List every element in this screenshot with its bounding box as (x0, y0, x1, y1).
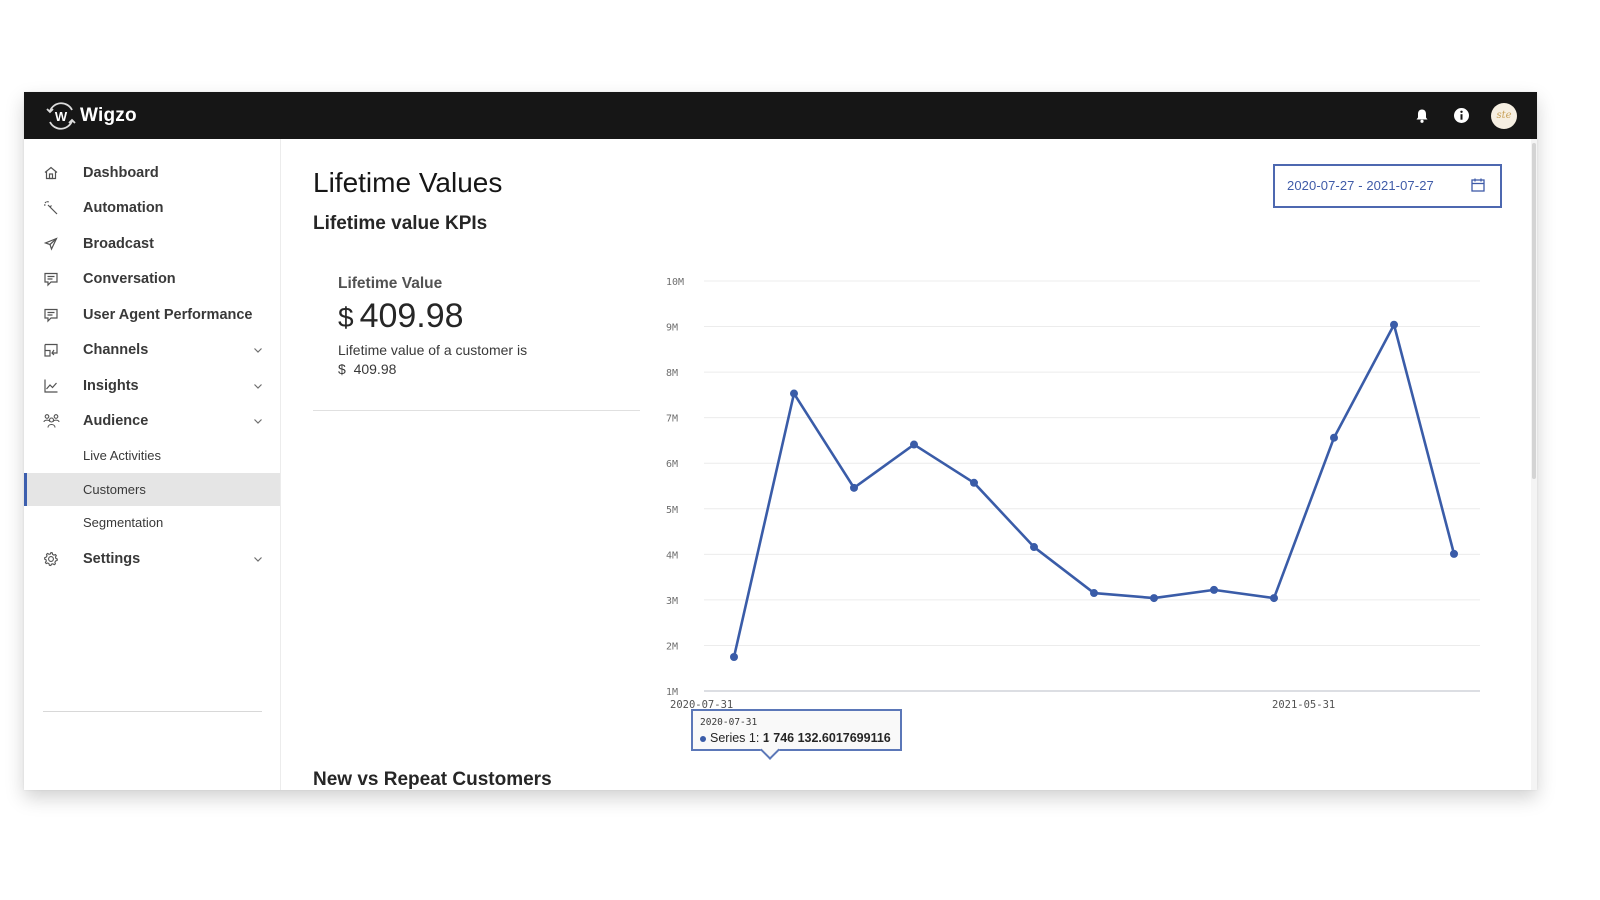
sidebar: Dashboard Automation Broadcast Conversat… (24, 139, 281, 790)
sidebar-item-label: Insights (83, 377, 139, 394)
line-chart-svg: 1M 2M 3M 4M 5M 6M 7M 8M 9M 10M 2020-07-31 2021-05-3… (666, 277, 1480, 711)
kpi-card-lifetime-value: Lifetime Value $409.98 Lifetime value of… (313, 269, 640, 411)
tooltip-series-label: Series 1: (710, 731, 760, 745)
sidebar-item-label: Broadcast (83, 235, 154, 252)
section-title-kpis: Lifetime value KPIs (313, 213, 488, 234)
kpi-value: $409.98 (338, 297, 464, 336)
topbar-actions: ste (1394, 102, 1517, 129)
page-scrollbar[interactable] (1531, 139, 1537, 790)
data-point (850, 483, 858, 492)
wigzo-logo-icon: W (44, 99, 78, 133)
sidebar-item-label: User Agent Performance (83, 306, 253, 323)
x-tick-label: 2021-05-31 (1272, 699, 1335, 711)
brand[interactable]: W Wigzo (44, 99, 137, 133)
sidebar-item-label: Automation (83, 200, 164, 217)
sidebar-item-dashboard[interactable]: Dashboard (24, 155, 280, 191)
sidebar-subitem-segmentation[interactable]: Segmentation (24, 506, 280, 540)
data-point (1390, 320, 1398, 329)
sidebar-item-audience[interactable]: Audience (24, 404, 280, 440)
chevron-down-icon[interactable] (252, 344, 264, 356)
avatar[interactable]: ste (1491, 102, 1517, 129)
y-tick-label: 7M (666, 414, 678, 425)
sidebar-item-settings[interactable]: Settings (24, 542, 280, 578)
lifetime-value-chart[interactable]: 1M 2M 3M 4M 5M 6M 7M 8M 9M 10M 2020-07-31 2021-05-3… (660, 259, 1490, 751)
x-tick-label: 2020-07-31 (670, 699, 733, 711)
gear-icon (42, 550, 60, 568)
send-icon (42, 235, 60, 253)
bell-icon[interactable] (1411, 105, 1433, 127)
y-tick-label: 10M (666, 277, 684, 288)
chat-icon (42, 270, 60, 288)
app-window: W Wigzo ste Dashboard Automation Broadca… (24, 92, 1537, 790)
tooltip-series: Series 1: 1 746 132.6017699116 (700, 731, 891, 745)
data-point (1450, 549, 1458, 558)
scrollbar-thumb[interactable] (1532, 143, 1536, 479)
sidebar-item-automation[interactable]: Automation (24, 191, 280, 227)
sidebar-subitem-label: Live Activities (83, 448, 162, 464)
main-content: Lifetime Values Lifetime value KPIs 2020… (282, 139, 1537, 790)
kpi-amount: 409.98 (359, 297, 464, 335)
y-tick-label: 9M (666, 323, 678, 334)
y-tick-label: 3M (666, 596, 678, 607)
chevron-down-icon[interactable] (252, 553, 264, 565)
page-title: Lifetime Values (313, 167, 503, 198)
top-bar: W Wigzo ste (24, 92, 1537, 139)
sidebar-subitem-customers[interactable]: Customers (24, 472, 280, 506)
sidebar-item-label: Dashboard (83, 164, 159, 181)
y-tick-label: 8M (666, 368, 678, 379)
sidebar-divider (43, 711, 262, 712)
y-tick-label: 2M (666, 641, 678, 652)
date-range-value: 2020-07-27 - 2021-07-27 (1287, 178, 1434, 193)
group-icon (42, 412, 60, 430)
data-point (790, 389, 798, 398)
sidebar-item-channels[interactable]: Channels (24, 333, 280, 369)
kpi-currency: $ (338, 302, 354, 333)
y-tick-label: 5M (666, 505, 678, 516)
sidebar-subitem-label: Segmentation (83, 515, 164, 531)
svg-text:W: W (55, 109, 68, 124)
calendar-icon[interactable] (1470, 177, 1486, 193)
data-point (1030, 543, 1038, 552)
kpi-description: Lifetime value of a customer is $ 409.98 (338, 341, 527, 379)
data-point (1330, 433, 1338, 442)
y-tick-label: 4M (666, 550, 678, 561)
kpi-label: Lifetime Value (338, 275, 443, 292)
y-tick-label: 1M (666, 687, 678, 698)
data-point (1150, 594, 1158, 603)
data-point (730, 653, 738, 662)
magic-wand-icon (42, 199, 60, 217)
sidebar-item-conversation[interactable]: Conversation (24, 262, 280, 298)
sidebar-item-user-agent-performance[interactable]: User Agent Performance (24, 297, 280, 333)
sidebar-item-label: Settings (83, 551, 141, 568)
sidebar-item-broadcast[interactable]: Broadcast (24, 226, 280, 262)
brand-name: Wigzo (80, 104, 137, 126)
data-point (1090, 589, 1098, 598)
channels-icon (42, 341, 60, 359)
series-line (732, 323, 1456, 658)
chevron-down-icon[interactable] (252, 415, 264, 427)
data-point (1270, 594, 1278, 603)
sidebar-subitem-label: Customers (83, 481, 146, 497)
section-title-new-vs-repeat: New vs Repeat Customers (313, 769, 552, 790)
chevron-down-icon[interactable] (252, 380, 264, 392)
sidebar-item-label: Conversation (83, 271, 176, 288)
series-dot-icon (700, 735, 706, 742)
data-point (1210, 585, 1218, 594)
chart-line-icon (42, 377, 60, 395)
chat-icon (42, 306, 60, 324)
home-icon (42, 164, 60, 182)
y-tick-label: 6M (666, 459, 678, 470)
kpi-description-line2: $ 409.98 (338, 361, 397, 377)
date-range-picker[interactable]: 2020-07-27 - 2021-07-27 (1273, 164, 1502, 208)
sidebar-item-label: Audience (83, 413, 149, 430)
sidebar-nav: Dashboard Automation Broadcast Conversat… (24, 139, 280, 577)
sidebar-item-label: Channels (83, 342, 149, 359)
sidebar-subitem-live-activities[interactable]: Live Activities (24, 439, 280, 473)
tooltip-value: 1 746 132.6017699116 (762, 731, 891, 745)
info-icon[interactable] (1450, 105, 1472, 127)
kpi-description-line1: Lifetime value of a customer is (338, 342, 528, 358)
data-point (910, 440, 918, 449)
sidebar-item-insights[interactable]: Insights (24, 368, 280, 404)
data-point (970, 478, 978, 487)
